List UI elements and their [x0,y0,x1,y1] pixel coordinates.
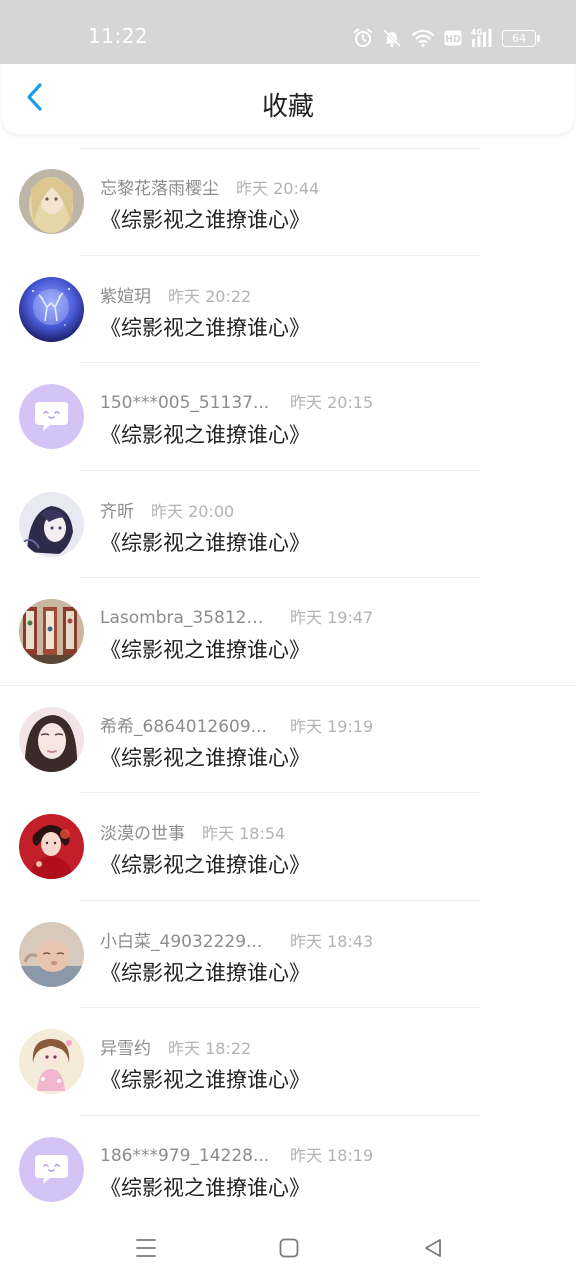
list-item[interactable]: 异雪约 昨天 18:22 《综影视之谁撩谁心》 [0,1008,576,1116]
avatar[interactable] [19,1029,84,1094]
username: 淡漠の世事 [100,824,185,844]
timestamp: 昨天 19:19 [290,716,374,736]
avatar[interactable] [19,599,84,664]
favorites-list: 忘黎花落雨樱尘 昨天 20:44 《综影视之谁撩谁心》 紫媗玥 昨天 20:22… [0,148,576,1223]
menu-icon [134,1236,158,1264]
header-bar: 收藏 [2,64,574,134]
list-item[interactable]: 淡漠の世事 昨天 18:54 《综影视之谁撩谁心》 [0,793,576,901]
wifi-icon [411,28,435,48]
list-item[interactable]: 希希_6864012609... 昨天 19:19 《综影视之谁撩谁心》 [0,686,576,793]
list-item[interactable]: 小白菜_49032229... 昨天 18:43 《综影视之谁撩谁心》 [0,901,576,1008]
timestamp: 昨天 18:22 [168,1039,252,1058]
username: 150***005_51137... [100,393,270,413]
avatar[interactable] [19,1136,84,1202]
timestamp: 昨天 20:44 [236,179,320,198]
avatar[interactable] [19,814,84,879]
book-title: 《综影视之谁撩谁心》 [100,745,310,770]
avatar[interactable] [19,921,84,987]
list-item[interactable]: 忘黎花落雨樱尘 昨天 20:44 《综影视之谁撩谁心》 [0,148,576,256]
menu-button[interactable] [130,1234,162,1266]
list-item[interactable]: 紫媗玥 昨天 20:22 《综影视之谁撩谁心》 [0,256,576,363]
home-button[interactable] [273,1234,305,1266]
battery-indicator: 64 [502,29,540,47]
avatar[interactable] [19,276,84,342]
username: Lasombra_358127... [100,608,272,628]
username: 异雪约 [100,1039,151,1059]
avatar[interactable] [19,384,84,449]
timestamp: 昨天 18:54 [202,824,286,843]
timestamp: 昨天 20:00 [151,501,235,521]
timestamp: 昨天 19:47 [290,608,374,627]
svg-text:HD: HD [445,34,461,45]
username: 紫媗玥 [100,286,151,307]
username: 小白菜_49032229... [100,931,263,952]
status-bar: 11:22 HD 4G 64 [0,0,576,64]
book-title: 《综影视之谁撩谁心》 [100,638,310,662]
chat-bubble-icon [19,384,84,449]
chat-bubble-icon [19,1136,84,1202]
avatar[interactable] [19,169,84,234]
alarm-icon [353,28,373,48]
book-title: 《综影视之谁撩谁心》 [100,1175,310,1200]
username: 186***979_14228... [100,1145,270,1166]
avatar[interactable] [19,706,84,772]
home-square-icon [277,1236,301,1264]
timestamp: 昨天 20:22 [168,286,252,306]
mute-icon [382,28,402,48]
book-title: 《综影视之谁撩谁心》 [100,530,310,555]
app-screen: 11:22 HD 4G 64 收藏 忘黎花落雨樱尘 昨天 20:44 《综影视之… [0,0,576,1280]
book-title: 《综影视之谁撩谁心》 [100,960,310,985]
timestamp: 昨天 18:43 [290,931,374,951]
list-item[interactable]: 186***979_14228... 昨天 18:19 《综影视之谁撩谁心》 [0,1116,576,1224]
book-title: 《综影视之谁撩谁心》 [100,1068,310,1092]
back-nav-button[interactable] [417,1234,449,1266]
list-item[interactable]: 齐昕 昨天 20:00 《综影视之谁撩谁心》 [0,471,576,578]
book-title: 《综影视之谁撩谁心》 [100,315,310,340]
list-item[interactable]: 150***005_51137... 昨天 20:15 《综影视之谁撩谁心》 [0,363,576,471]
back-triangle-icon [421,1236,445,1264]
timestamp: 昨天 18:19 [290,1145,374,1165]
status-icons: HD 4G 64 [353,26,540,50]
username: 希希_6864012609... [100,716,267,737]
book-title: 《综影视之谁撩谁心》 [100,208,310,232]
username: 齐昕 [100,501,134,522]
username: 忘黎花落雨樱尘 [100,179,219,199]
navigation-bar [0,1220,576,1280]
avatar[interactable] [19,491,84,557]
4g-signal-icon: 4G [471,28,493,48]
svg-text:4G: 4G [471,28,482,37]
status-time: 11:22 [88,24,149,48]
book-title: 《综影视之谁撩谁心》 [100,853,310,877]
hd-icon: HD [444,29,462,47]
list-item[interactable]: Lasombra_358127... 昨天 19:47 《综影视之谁撩谁心》 [0,578,576,686]
page-title: 收藏 [261,92,314,122]
timestamp: 昨天 20:15 [290,393,374,412]
book-title: 《综影视之谁撩谁心》 [100,423,310,447]
